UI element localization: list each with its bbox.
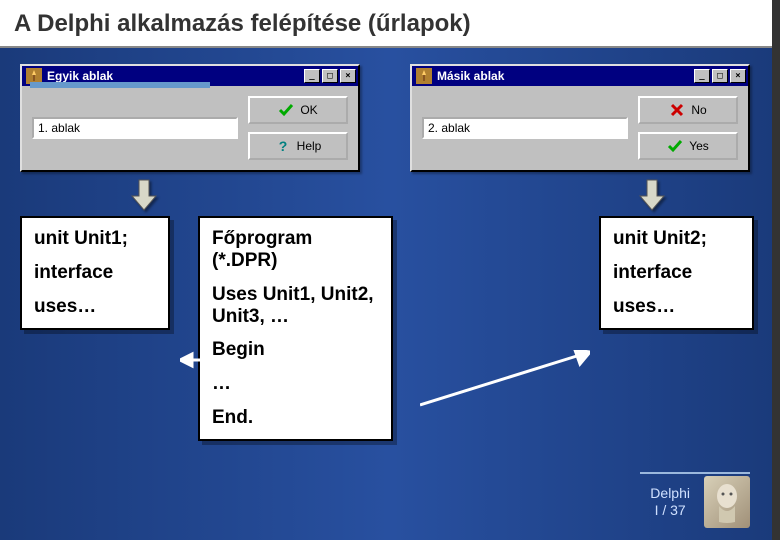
code-line: Uses Unit1, Unit2, Unit3, …	[212, 284, 379, 328]
code-line: uses…	[34, 296, 156, 318]
code-line: Begin	[212, 339, 379, 361]
yes-button[interactable]: Yes	[638, 132, 738, 160]
code-line: …	[212, 373, 379, 395]
maximize-button[interactable]: □	[322, 69, 338, 83]
close-button[interactable]: ×	[340, 69, 356, 83]
minimize-button[interactable]: _	[694, 69, 710, 83]
close-button[interactable]: ×	[730, 69, 746, 83]
code-boxes-row: unit Unit1; interface uses… Főprogram (*…	[0, 212, 780, 441]
unit2-box: unit Unit2; interface uses…	[599, 216, 754, 330]
windows-row: Egyik ablak _ □ × OK ? Hel	[0, 48, 780, 172]
accent-line	[30, 82, 210, 88]
window-caption: Másik ablak	[437, 69, 692, 83]
torch-icon	[416, 68, 432, 84]
question-icon: ?	[275, 138, 291, 154]
minimize-button[interactable]: _	[304, 69, 320, 83]
cross-icon	[669, 102, 685, 118]
arrows-row	[0, 172, 780, 212]
window-body: No Yes	[412, 86, 748, 170]
text-input-1[interactable]	[32, 117, 238, 139]
footer-line2: I / 37	[650, 502, 690, 519]
window-egyik: Egyik ablak _ □ × OK ? Hel	[20, 64, 360, 172]
text-input-2[interactable]	[422, 117, 628, 139]
footer-divider	[640, 472, 750, 474]
footer-line1: Delphi	[650, 485, 690, 502]
title-bar: A Delphi alkalmazás felépítése (űrlapok)	[0, 0, 780, 48]
right-edge-strip	[772, 0, 780, 540]
yes-label: Yes	[689, 139, 709, 153]
code-line: End.	[212, 407, 379, 429]
code-line: Főprogram (*.DPR)	[212, 228, 379, 272]
help-button[interactable]: ? Help	[248, 132, 348, 160]
code-line: unit Unit2;	[613, 228, 740, 250]
no-button[interactable]: No	[638, 96, 738, 124]
maximize-button[interactable]: □	[712, 69, 728, 83]
window-body: OK ? Help	[22, 86, 358, 170]
ok-label: OK	[300, 103, 317, 117]
window-titlebar[interactable]: Másik ablak _ □ ×	[412, 66, 748, 86]
svg-text:?: ?	[278, 138, 287, 154]
check-icon	[667, 138, 683, 154]
ok-button[interactable]: OK	[248, 96, 348, 124]
check-icon	[278, 102, 294, 118]
delphi-logo	[704, 476, 750, 528]
window-masik: Másik ablak _ □ × No Yes	[410, 64, 750, 172]
footer: Delphi I / 37	[650, 476, 750, 528]
help-label: Help	[297, 139, 322, 153]
slide-title: A Delphi alkalmazás felépítése (űrlapok)	[14, 10, 766, 38]
unit1-box: unit Unit1; interface uses…	[20, 216, 170, 330]
footer-text: Delphi I / 37	[650, 485, 690, 519]
arrow-down-icon	[130, 178, 158, 212]
arrow-down-icon	[638, 178, 666, 212]
no-label: No	[691, 103, 706, 117]
main-program-box: Főprogram (*.DPR) Uses Unit1, Unit2, Uni…	[198, 216, 393, 441]
code-line: unit Unit1;	[34, 228, 156, 250]
code-line: interface	[613, 262, 740, 284]
code-line: interface	[34, 262, 156, 284]
window-caption: Egyik ablak	[47, 69, 302, 83]
code-line: uses…	[613, 296, 740, 318]
